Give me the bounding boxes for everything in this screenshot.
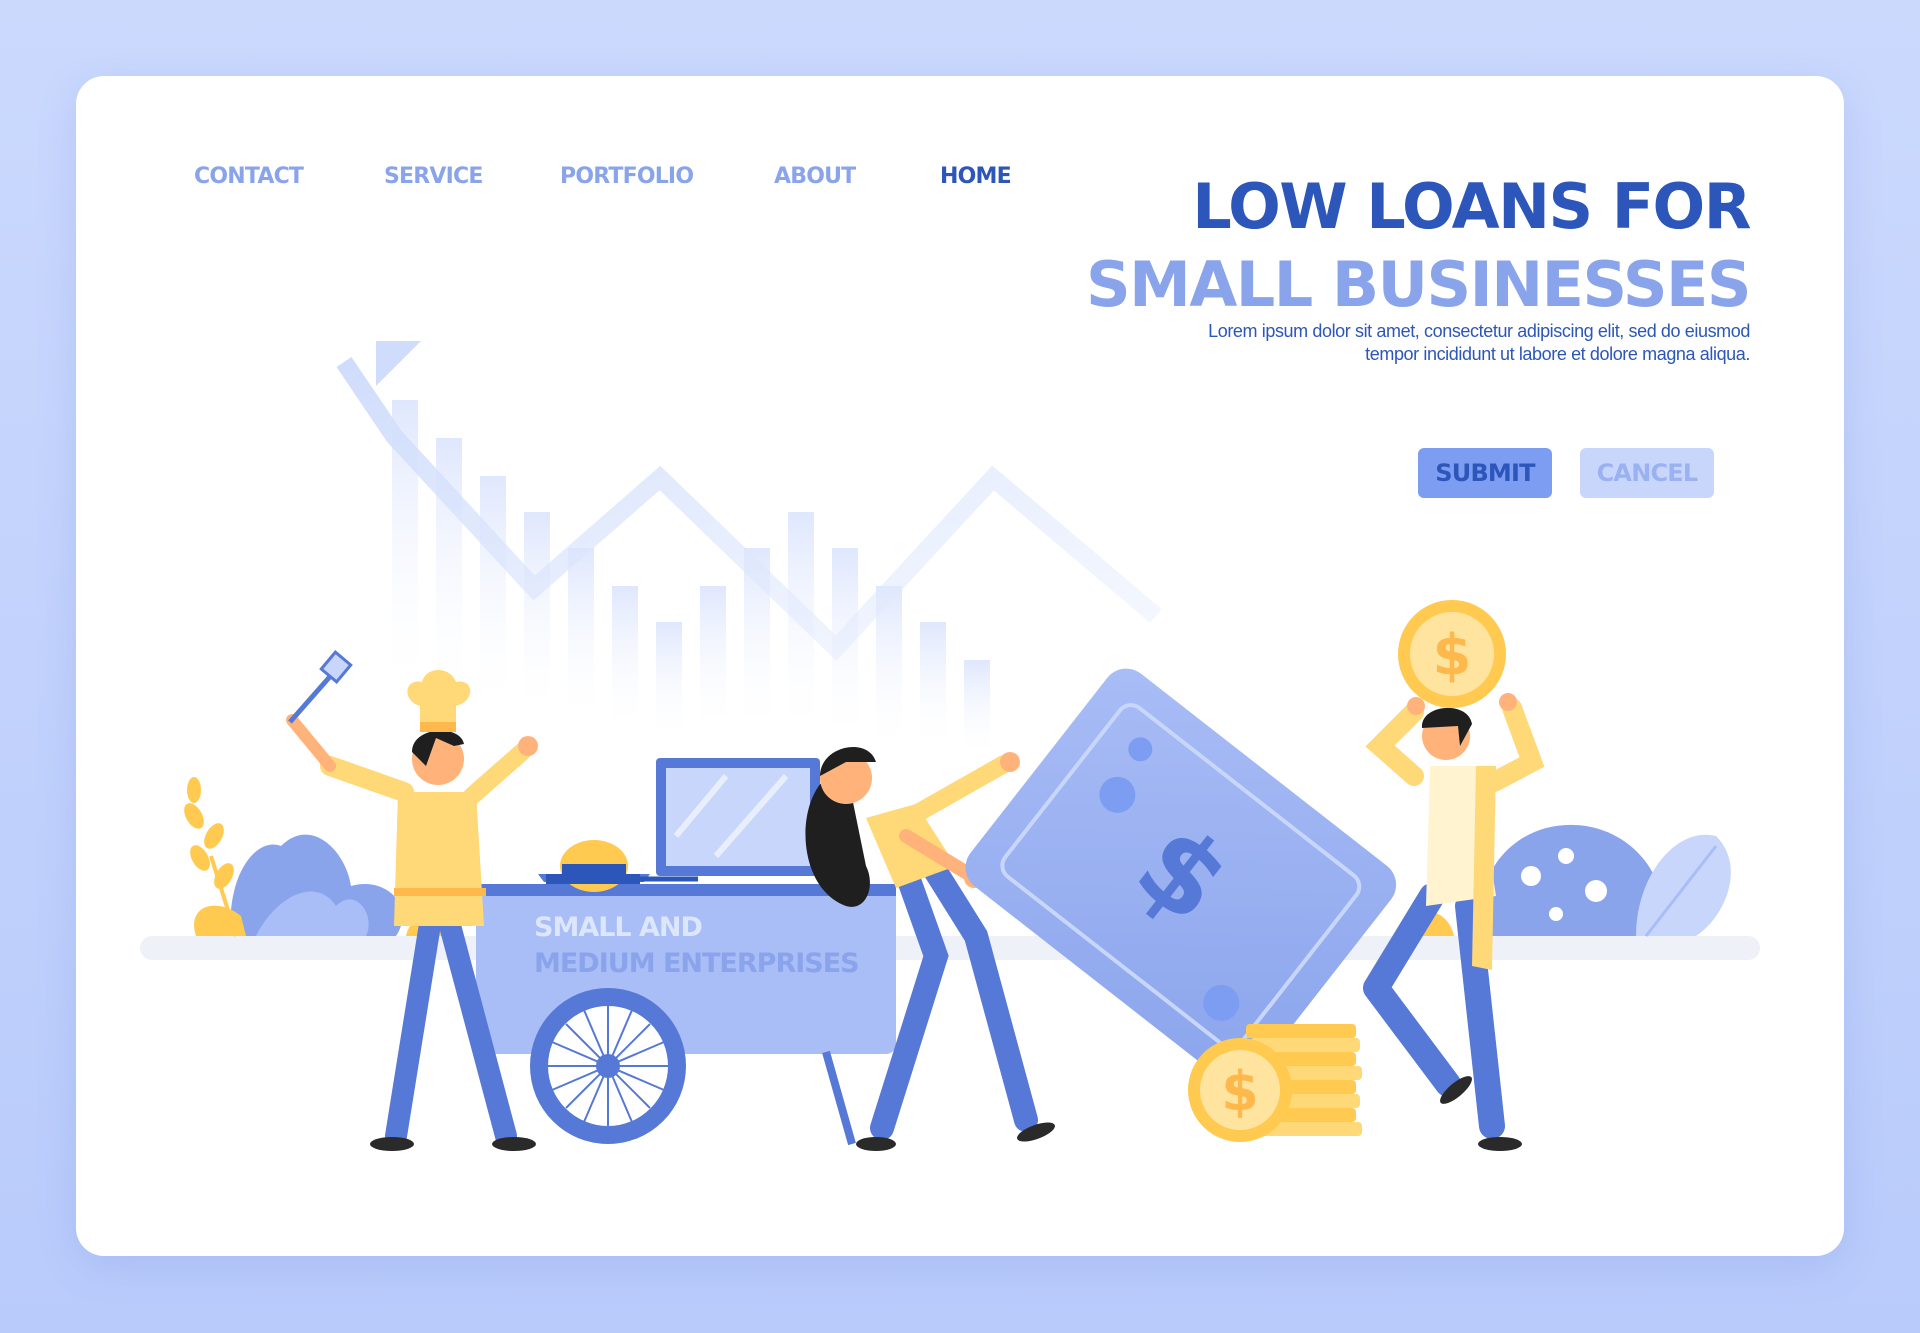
ground (140, 936, 1760, 960)
hero-title-line2: SMALL BUSINESSES (1085, 248, 1752, 321)
nav-service[interactable]: SERVICE (384, 164, 483, 189)
cart-sign-line2: MEDIUM ENTERPRISES (534, 948, 859, 979)
hero-description: Lorem ipsum dolor sit amet, consectetur … (1110, 320, 1750, 366)
held-coin-dollar-icon: $ (1433, 623, 1472, 688)
cart-sign-line1: SMALL AND (534, 912, 702, 943)
nav-home[interactable]: HOME (940, 164, 1012, 189)
nav-about[interactable]: ABOUT (774, 164, 856, 189)
hero-description-line2: tempor incididunt ut labore et dolore ma… (1365, 344, 1750, 364)
nav-portfolio[interactable]: PORTFOLIO (560, 164, 694, 189)
landing-card: SMALL AND MEDIUM ENTERPRISES $ $ $ CONTA… (76, 76, 1844, 1256)
hero-description-line1: Lorem ipsum dolor sit amet, consectetur … (1208, 321, 1750, 341)
top-navigation: CONTACT SERVICE PORTFOLIO ABOUT HOME (76, 164, 1176, 204)
nav-contact[interactable]: CONTACT (194, 164, 304, 189)
hero-title-line1: LOW LOANS FOR (1192, 170, 1751, 243)
coin-dollar-icon: $ (1221, 1060, 1259, 1123)
cancel-button[interactable]: CANCEL (1580, 448, 1714, 498)
hero-headline: LOW LOANS FOR SMALL BUSINESSES (1085, 168, 1752, 324)
submit-button[interactable]: SUBMIT (1418, 448, 1552, 498)
